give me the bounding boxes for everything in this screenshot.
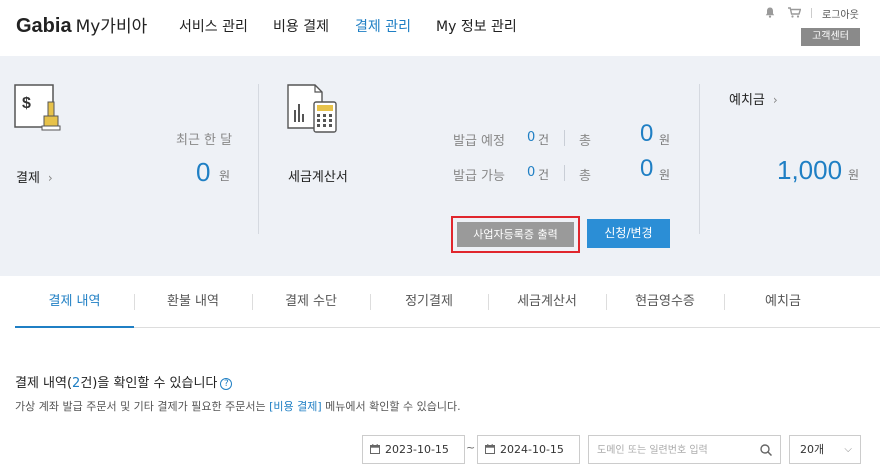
summary-panel: $ 결제 › 최근 한 달 0 원 세금계산서 발급 예정 0 건 총 0 원 발…	[0, 56, 880, 276]
help-icon[interactable]: ?	[220, 378, 233, 390]
svg-text:$: $	[22, 95, 31, 112]
deposit-amount: 1,000	[777, 155, 843, 185]
search-icon[interactable]	[760, 444, 772, 456]
logo[interactable]: Gabia My가비아	[16, 12, 147, 38]
start-date-value: 2023-10-15	[385, 443, 449, 456]
deposit-label: 예치금	[729, 93, 765, 108]
recent-month-label: 최근 한 달	[176, 133, 233, 148]
chevron-down-icon: ⌵	[844, 444, 852, 455]
top-header: Gabia My가비아 서비스 관리 비용 결제 결제 관리 My 정보 관리 로…	[0, 0, 880, 56]
nav-payment-management[interactable]: 결제 관리	[355, 16, 411, 36]
payment-link[interactable]: 결제 ›	[16, 167, 53, 186]
calendar-icon	[370, 444, 380, 454]
tax-invoice-icon	[287, 84, 337, 133]
payment-unit: 원	[219, 169, 231, 183]
page-size-value: 20개	[800, 443, 825, 456]
tab-payment-history[interactable]: 결제 내역	[15, 276, 134, 328]
tab-cash-receipt[interactable]: 현금영수증	[606, 276, 724, 328]
desc-prefix: 가상 계좌 발급 주문서 및 기타 결제가 필요한 주문서는	[15, 400, 270, 413]
mini-divider	[564, 165, 565, 181]
section-description: 가상 계좌 발급 주문서 및 기타 결제가 필요한 주문서는 [비용 결제] 메…	[15, 398, 461, 414]
desc-suffix: 메뉴에서 확인할 수 있습니다.	[321, 400, 461, 413]
header-divider	[811, 8, 812, 18]
page-size-select[interactable]: 20개 ⌵	[789, 435, 861, 464]
active-tab-underline	[15, 326, 134, 328]
search-input[interactable]	[597, 442, 757, 458]
date-range-separator: ~	[466, 441, 476, 454]
payment-icon: $	[14, 84, 61, 131]
available-total: 0	[640, 155, 654, 182]
tax-invoice-label: 세금계산서	[288, 170, 348, 185]
tab-tax-invoice[interactable]: 세금계산서	[488, 276, 606, 328]
logo-sub: My가비아	[75, 17, 148, 37]
scheduled-count: 0	[527, 130, 536, 145]
scheduled-count-unit: 건	[538, 133, 550, 147]
end-date-field[interactable]: 2024-10-15	[477, 435, 580, 464]
nav-billing-payment[interactable]: 비용 결제	[273, 16, 329, 36]
search-field[interactable]	[588, 435, 781, 464]
end-date-value: 2024-10-15	[500, 443, 564, 456]
scheduled-total-label: 총	[579, 134, 591, 149]
cart-icon[interactable]	[788, 7, 801, 18]
tab-deposit[interactable]: 예치금	[724, 276, 842, 328]
available-total-unit: 원	[659, 168, 671, 182]
apply-change-button[interactable]: 신청/변경	[587, 219, 670, 248]
nav-service-management[interactable]: 서비스 관리	[179, 16, 248, 36]
customer-center-button[interactable]: 고객센터	[801, 28, 860, 46]
tab-recurring-payment[interactable]: 정기결제	[370, 276, 488, 328]
section-title: 결제 내역(2건)을 확인할 수 있습니다?	[15, 372, 233, 391]
deposit-link[interactable]: 예치금 ›	[729, 89, 778, 108]
payment-amount: 0	[196, 157, 211, 187]
tab-refund-history[interactable]: 환불 내역	[134, 276, 252, 328]
available-count: 0	[527, 165, 536, 180]
tab-payment-method[interactable]: 결제 수단	[252, 276, 370, 328]
logout-link[interactable]: 로그아웃	[822, 6, 859, 21]
available-total-label: 총	[579, 169, 591, 184]
tab-bar: 결제 내역 환불 내역 결제 수단 정기결제 세금계산서 현금영수증 예치금	[15, 276, 880, 328]
available-label: 발급 가능	[453, 169, 505, 184]
scheduled-total-unit: 원	[659, 133, 671, 147]
nav-my-info[interactable]: My 정보 관리	[436, 16, 517, 36]
title-prefix: 결제 내역(	[15, 376, 73, 391]
mini-divider	[564, 130, 565, 146]
panel-divider	[699, 84, 700, 234]
start-date-field[interactable]: 2023-10-15	[362, 435, 465, 464]
title-suffix: 건)을 확인할 수 있습니다	[80, 376, 218, 391]
print-highlight-frame: 사업자등록증 출력	[451, 216, 580, 253]
payment-label: 결제	[16, 171, 40, 186]
chevron-right-icon: ›	[47, 171, 53, 185]
billing-payment-link[interactable]: [비용 결제]	[269, 400, 322, 413]
business-registration-print-button[interactable]: 사업자등록증 출력	[457, 222, 574, 247]
logo-brand: Gabia	[16, 15, 72, 37]
calendar-icon	[485, 444, 495, 454]
scheduled-total: 0	[640, 120, 654, 147]
deposit-unit: 원	[848, 168, 860, 182]
chevron-right-icon: ›	[772, 93, 778, 107]
available-count-unit: 건	[538, 168, 550, 182]
panel-divider	[258, 84, 259, 234]
bell-icon[interactable]	[765, 7, 775, 18]
scheduled-label: 발급 예정	[453, 134, 505, 149]
